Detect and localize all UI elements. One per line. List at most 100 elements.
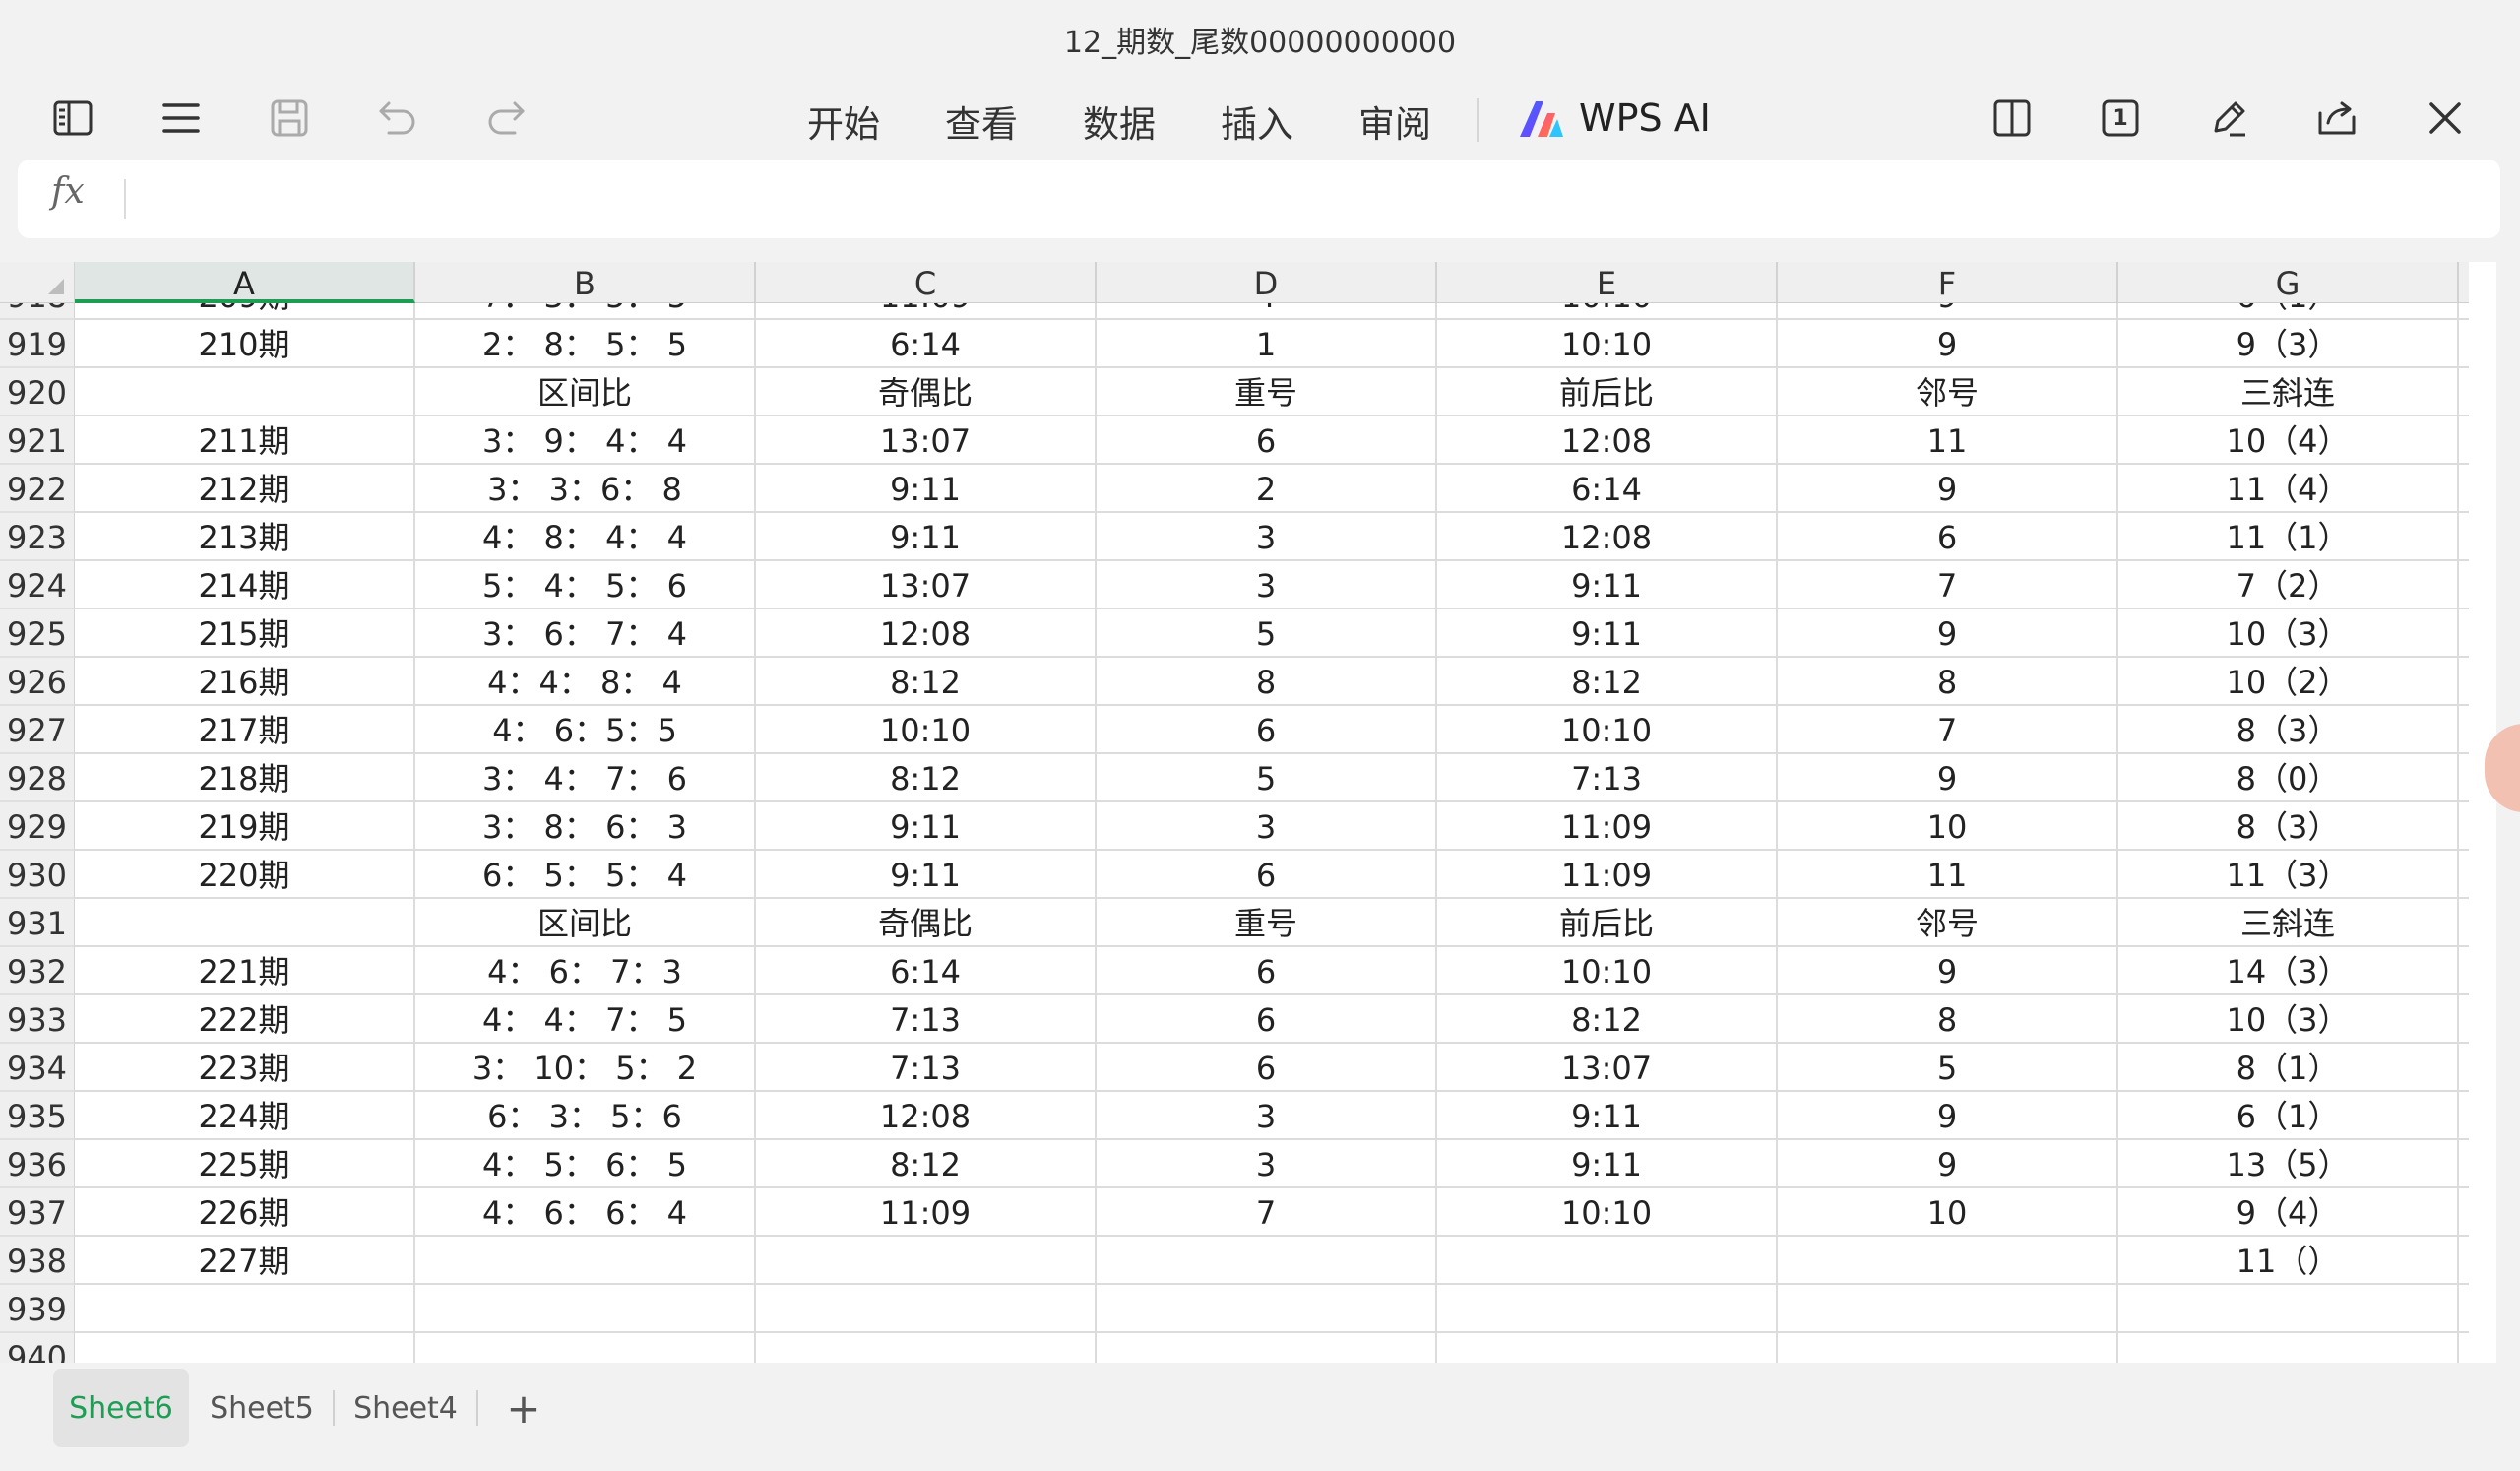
save-icon[interactable] [250,79,329,158]
cell-b[interactable]: 4： 4： 7： 5 [415,995,756,1044]
cell-g[interactable]: 7（2） [2118,561,2459,609]
cell-e[interactable] [1437,1285,1778,1333]
cell-a[interactable]: 210期 [75,320,415,368]
cell-b[interactable]: 3： 8： 6： 3 [415,802,756,851]
cell-g[interactable]: 6（1） [2118,303,2459,320]
row-header[interactable]: 931 [0,899,75,947]
cell-e[interactable]: 6:14 [1437,465,1778,513]
cell-d[interactable]: 5 [1097,754,1437,802]
cell-e[interactable]: 7:13 [1437,754,1778,802]
row-header[interactable]: 925 [0,609,75,658]
cell-g[interactable]: 三斜连 [2118,899,2459,947]
row-header[interactable]: 926 [0,658,75,706]
cell-c[interactable]: 奇偶比 [756,899,1097,947]
cell-b[interactable]: 2： 8： 5： 5 [415,320,756,368]
cell-a[interactable]: 214期 [75,561,415,609]
row-header[interactable]: 940 [0,1333,75,1363]
cell-f[interactable]: 11 [1778,851,2118,899]
cell-c[interactable]: 9:11 [756,465,1097,513]
cell-a[interactable]: 211期 [75,416,415,465]
cell-a[interactable]: 216期 [75,658,415,706]
cell-e[interactable]: 8:12 [1437,658,1778,706]
cell-g[interactable]: 8（3） [2118,706,2459,754]
cell-f[interactable]: 5 [1778,1044,2118,1092]
cell-f[interactable]: 9 [1778,1140,2118,1188]
row-header[interactable]: 933 [0,995,75,1044]
row-header[interactable]: 928 [0,754,75,802]
cell-d[interactable]: 1 [1097,320,1437,368]
cell-d[interactable]: 6 [1097,851,1437,899]
cell-d[interactable]: 6 [1097,1044,1437,1092]
cell-f[interactable]: 11 [1778,416,2118,465]
cell-b[interactable]: 3： 10： 5： 2 [415,1044,756,1092]
cell-e[interactable]: 10:10 [1437,1188,1778,1237]
cell-e[interactable]: 9:11 [1437,1140,1778,1188]
row-header[interactable]: 929 [0,802,75,851]
cell-g[interactable]: 8（0） [2118,754,2459,802]
menu-icon[interactable] [142,79,220,158]
cell-a[interactable] [75,368,415,416]
row-header[interactable]: 937 [0,1188,75,1237]
formula-input[interactable] [142,169,2475,228]
menu-tab-view[interactable]: 查看 [945,95,1018,148]
cell-b[interactable]: 6： 5： 5： 4 [415,851,756,899]
row-header[interactable]: 924 [0,561,75,609]
cell-e[interactable]: 8:12 [1437,995,1778,1044]
cell-b[interactable]: 4：4： 8： 4 [415,658,756,706]
cell-a[interactable]: 220期 [75,851,415,899]
undo-icon[interactable] [358,79,437,158]
cell-b[interactable] [415,1333,756,1363]
cell-g[interactable]: 11（3） [2118,851,2459,899]
cell-d[interactable]: 3 [1097,561,1437,609]
cell-d[interactable]: 6 [1097,995,1437,1044]
pen-icon[interactable] [2189,79,2268,158]
cell-g[interactable] [2118,1333,2459,1363]
cell-d[interactable]: 6 [1097,416,1437,465]
column-header-b[interactable]: B [415,262,756,303]
row-header[interactable]: 923 [0,513,75,561]
cell-e[interactable]: 前后比 [1437,899,1778,947]
cell-a[interactable]: 213期 [75,513,415,561]
column-header-e[interactable]: E [1437,262,1778,303]
cell-g[interactable]: 三斜连 [2118,368,2459,416]
cell-c[interactable]: 6:14 [756,320,1097,368]
cell-c[interactable]: 9:11 [756,851,1097,899]
cell-g[interactable]: 13（5） [2118,1140,2459,1188]
row-header[interactable]: 938 [0,1237,75,1285]
cell-e[interactable]: 12:08 [1437,513,1778,561]
cell-c[interactable]: 8:12 [756,658,1097,706]
cell-d[interactable]: 重号 [1097,899,1437,947]
cell-a[interactable]: 209期 [75,303,415,320]
sidebar-toggle-icon[interactable] [33,79,112,158]
cell-b[interactable]: 3： 4： 7： 6 [415,754,756,802]
cell-b[interactable]: 区间比 [415,368,756,416]
cell-b[interactable]: 3： 9： 4： 4 [415,416,756,465]
cell-a[interactable]: 226期 [75,1188,415,1237]
cell-c[interactable]: 奇偶比 [756,368,1097,416]
cell-f[interactable]: 9 [1778,609,2118,658]
row-header[interactable]: 935 [0,1092,75,1140]
share-icon[interactable] [2298,79,2376,158]
cell-c[interactable]: 6:14 [756,947,1097,995]
cell-d[interactable]: 3 [1097,1140,1437,1188]
spreadsheet-grid[interactable]: ABCDEFG 918209期7： 3： 5： 511:09410:1096（1… [0,262,2496,1363]
cell-b[interactable]: 5： 4： 5： 6 [415,561,756,609]
row-header[interactable]: 930 [0,851,75,899]
cell-c[interactable]: 11:09 [756,1188,1097,1237]
cell-e[interactable]: 10:10 [1437,303,1778,320]
cell-a[interactable]: 223期 [75,1044,415,1092]
cell-b[interactable]: 3： 3：6： 8 [415,465,756,513]
select-all-corner[interactable] [0,262,75,303]
cell-e[interactable]: 10:10 [1437,706,1778,754]
cell-d[interactable]: 3 [1097,513,1437,561]
column-header-a[interactable]: A [75,262,415,303]
column-header-f[interactable]: F [1778,262,2118,303]
cell-f[interactable]: 邻号 [1778,899,2118,947]
cell-a[interactable] [75,1333,415,1363]
cell-c[interactable]: 8:12 [756,1140,1097,1188]
cell-c[interactable]: 9:11 [756,513,1097,561]
cell-a[interactable]: 225期 [75,1140,415,1188]
cell-d[interactable]: 7 [1097,1188,1437,1237]
close-icon[interactable] [2406,79,2485,158]
cell-g[interactable]: 14（3） [2118,947,2459,995]
